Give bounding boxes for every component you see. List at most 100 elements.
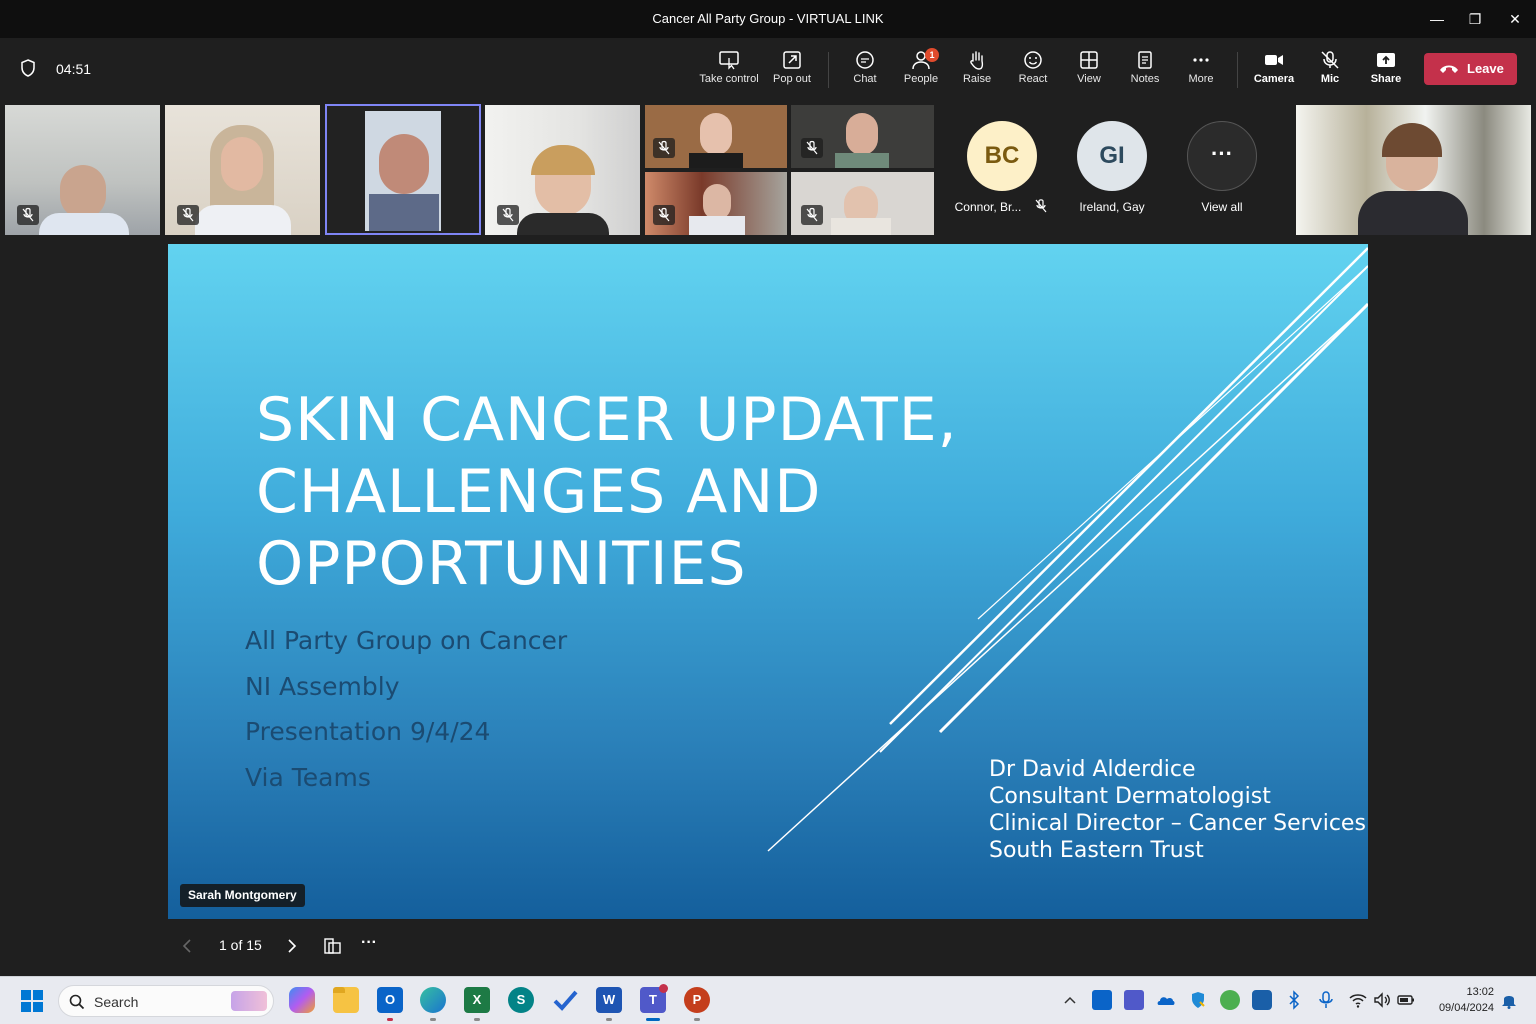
shield-icon[interactable]	[18, 58, 38, 78]
chevron-up-icon[interactable]	[1060, 990, 1080, 1010]
mic-off-icon	[1321, 51, 1339, 69]
view-all-button[interactable]: ···	[1187, 121, 1257, 191]
chat-button[interactable]: Chat	[835, 50, 895, 94]
pop-out-label: Pop out	[773, 73, 811, 85]
clock-date: 09/04/2024	[1438, 1002, 1494, 1014]
taskbar-indicator	[474, 1018, 480, 1021]
mic-off-icon	[653, 138, 675, 158]
taskbar-indicator	[694, 1018, 700, 1021]
participant-video[interactable]	[165, 105, 320, 235]
participant-video[interactable]	[485, 105, 640, 235]
slide-subtitle-line: Via Teams	[245, 762, 371, 792]
ellipsis-icon	[1193, 58, 1209, 62]
sharepoint-icon[interactable]: S	[508, 987, 534, 1013]
participant-video[interactable]	[645, 105, 787, 168]
excel-icon[interactable]: X	[464, 987, 490, 1013]
active-speaker-video[interactable]	[325, 104, 481, 235]
slide-author-line: Consultant Dermatologist	[989, 784, 1271, 809]
view-label: View	[1077, 73, 1101, 85]
self-video[interactable]	[1296, 105, 1531, 235]
copilot-icon[interactable]	[289, 987, 315, 1013]
word-icon[interactable]: W	[596, 987, 622, 1013]
taskbar-clock[interactable]: 13:02 09/04/2024	[1428, 984, 1494, 1016]
teams-tray-icon[interactable]	[1124, 990, 1144, 1010]
more-label: More	[1188, 73, 1214, 85]
outlook-tray-icon[interactable]	[1092, 990, 1112, 1010]
wifi-icon[interactable]	[1348, 990, 1368, 1010]
clock-time: 13:02	[1466, 986, 1494, 998]
chat-icon	[856, 51, 874, 69]
defender-shield-icon[interactable]	[1188, 990, 1208, 1010]
hand-icon	[970, 51, 984, 70]
notification-bell-icon[interactable]	[1499, 990, 1519, 1010]
view-all-label[interactable]: View all	[1167, 200, 1277, 214]
participant-name: Ireland, Gay	[1079, 200, 1145, 214]
view-button[interactable]: View	[1059, 50, 1119, 94]
search-highlight-icon	[231, 991, 267, 1011]
battery-icon[interactable]	[1396, 990, 1416, 1010]
minimize-button[interactable]: —	[1425, 8, 1449, 30]
mic-off-icon	[497, 205, 519, 225]
take-control-label: Take control	[699, 73, 759, 85]
mic-off-icon	[17, 205, 39, 225]
notes-button[interactable]: Notes	[1115, 50, 1175, 94]
participant-video[interactable]	[791, 172, 934, 235]
microphone-icon[interactable]	[1316, 990, 1336, 1010]
participant-video[interactable]	[791, 105, 934, 168]
restore-button[interactable]: ❐	[1463, 8, 1487, 30]
more-button[interactable]: More	[1171, 50, 1231, 94]
onedrive-icon[interactable]	[1156, 990, 1176, 1010]
raise-label: Raise	[962, 73, 992, 85]
window-title-bar: Cancer All Party Group - VIRTUAL LINK — …	[0, 0, 1536, 38]
share-label: Share	[1370, 73, 1402, 85]
share-button[interactable]: Share	[1356, 50, 1416, 94]
smiley-icon	[1024, 51, 1042, 69]
powerpoint-icon[interactable]: P	[684, 987, 710, 1013]
remote-tray-icon[interactable]	[1252, 990, 1272, 1010]
file-explorer-icon[interactable]	[333, 987, 359, 1013]
windows-start-icon[interactable]	[20, 989, 44, 1013]
participant-avatar-bc[interactable]: BC	[967, 121, 1037, 191]
taskbar-indicator	[430, 1018, 436, 1021]
slide-subtitle-line: NI Assembly	[245, 671, 400, 701]
participant-avatar-gi[interactable]: GI	[1077, 121, 1147, 191]
chevron-right-icon[interactable]	[285, 938, 299, 954]
slide-more-button[interactable]: ···	[361, 934, 377, 952]
todo-icon[interactable]	[552, 987, 578, 1013]
slide-sorter-icon[interactable]	[323, 937, 343, 955]
close-button[interactable]: ✕	[1503, 8, 1527, 30]
mic-button[interactable]: Mic	[1300, 50, 1360, 94]
slide-title-line: OPPORTUNITIES	[256, 529, 747, 599]
chevron-left-icon[interactable]	[180, 938, 194, 954]
leave-button[interactable]: Leave	[1424, 53, 1517, 85]
camera-button[interactable]: Camera	[1244, 50, 1304, 94]
react-button[interactable]: React	[1003, 50, 1063, 94]
taskbar-search[interactable]: Search	[58, 985, 274, 1017]
participant-video[interactable]	[645, 172, 787, 235]
react-label: React	[1018, 73, 1048, 85]
participant-video[interactable]	[5, 105, 160, 235]
meeting-timer: 04:51	[56, 61, 92, 77]
slide-controls: 1 of 15 ···	[168, 930, 568, 962]
app-tray-icon[interactable]	[1220, 990, 1240, 1010]
bluetooth-icon[interactable]	[1284, 990, 1304, 1010]
raise-hand-button[interactable]: Raise	[947, 50, 1007, 94]
mic-off-icon	[801, 205, 823, 225]
outlook-icon[interactable]: O	[377, 987, 403, 1013]
edge-icon[interactable]	[420, 987, 446, 1013]
teams-icon[interactable]: T	[640, 984, 668, 1013]
take-control-button[interactable]: Take control	[699, 50, 759, 94]
slide-subtitle: All Party Group on Cancer NI Assembly Pr…	[245, 626, 567, 808]
people-button[interactable]: 1 People	[891, 48, 951, 94]
chat-label: Chat	[853, 73, 877, 85]
people-badge: 1	[925, 48, 939, 62]
search-icon	[69, 994, 85, 1010]
slide-author-line: South Eastern Trust	[989, 838, 1204, 863]
participant-strip: BC Connor, Br... GI Ireland, Gay ··· Vie…	[0, 100, 1536, 240]
volume-icon[interactable]	[1372, 990, 1392, 1010]
slide-author-line: Dr David Alderdice	[989, 757, 1196, 782]
pop-out-button[interactable]: Pop out	[762, 50, 822, 94]
mic-off-icon	[801, 138, 823, 158]
windows-taskbar: Search O X S W T P 13:02 09/04/2024	[0, 976, 1536, 1024]
share-icon	[1377, 53, 1395, 67]
